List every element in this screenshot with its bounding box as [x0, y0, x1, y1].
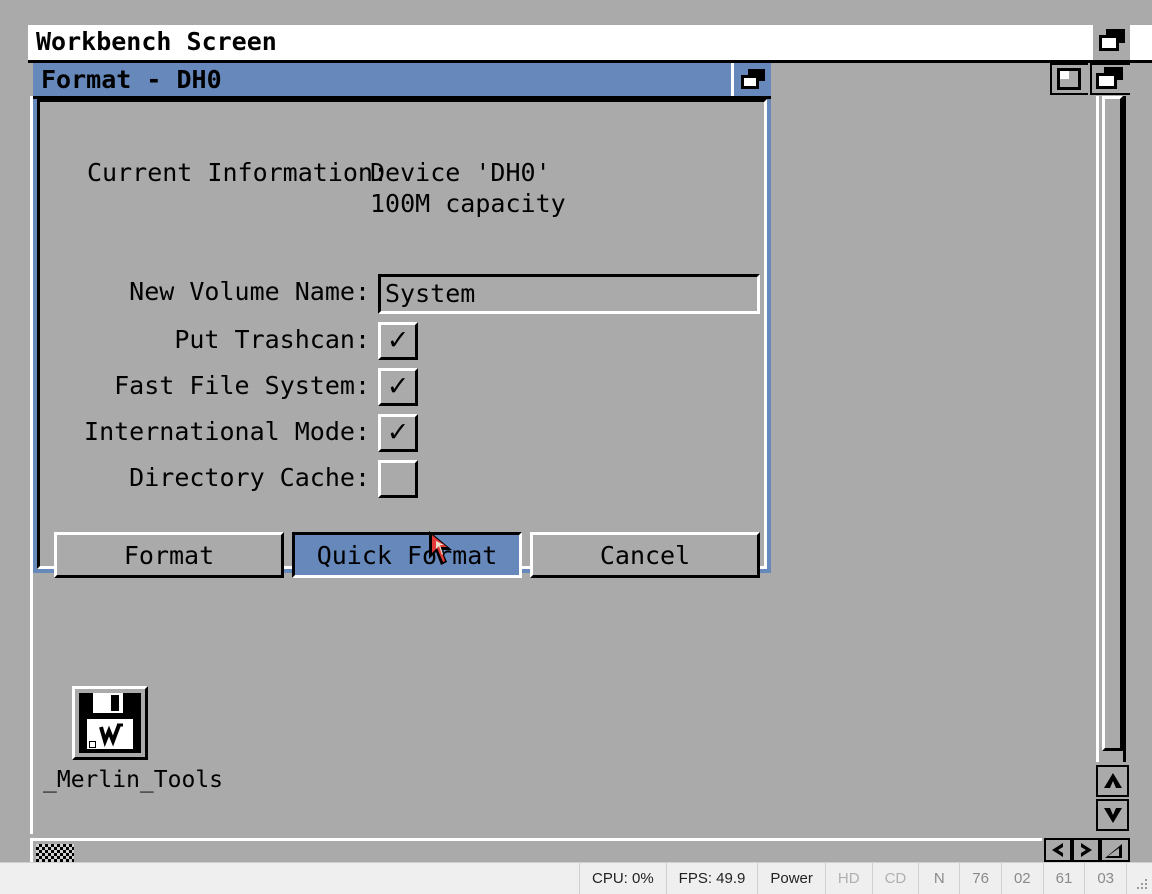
international-mode-label: International Mode:: [84, 417, 370, 446]
status-drive-led-1[interactable]: 76: [960, 863, 1002, 894]
international-mode-checkbox[interactable]: ✓: [378, 414, 418, 452]
window-resize-gadget[interactable]: [1100, 838, 1130, 862]
depth-arrange-icon: [740, 68, 765, 89]
zoom-window-icon: [1052, 65, 1086, 93]
form-row-international-mode: International Mode: ✓: [40, 412, 764, 452]
arrow-left-icon: [1052, 843, 1063, 857]
status-drive-led-4[interactable]: 03: [1085, 863, 1127, 894]
format-dialog-window: Format - DH0 Current Information: Device…: [33, 63, 771, 578]
status-bar-resize-grip[interactable]: [1127, 863, 1152, 894]
checkmark-icon: ✓: [386, 416, 410, 448]
screen-title: Workbench Screen: [36, 27, 277, 56]
form-row-put-trashcan: Put Trashcan: ✓: [40, 320, 764, 360]
status-bar-spacer: [0, 863, 580, 894]
status-n-indicator[interactable]: N: [919, 863, 961, 894]
format-button[interactable]: Format: [54, 532, 284, 578]
put-trashcan-label: Put Trashcan:: [174, 325, 370, 354]
directory-cache-label-box: Directory Cache:: [80, 458, 370, 498]
desktop-icon-label: _Merlin_Tools: [43, 767, 224, 793]
status-fps: FPS: 49.9: [667, 863, 759, 894]
fast-file-system-label-box: Fast File System:: [80, 366, 370, 406]
form-row-directory-cache: Directory Cache:: [40, 458, 764, 498]
volume-name-input[interactable]: System: [378, 274, 760, 314]
status-power-led[interactable]: Power: [758, 863, 826, 894]
workbench-screen: Workbench Screen _Merlin_Tools Format - …: [0, 0, 1152, 865]
floppy-disk-glyph: [79, 693, 141, 753]
vertical-scrollbar-knob[interactable]: [1102, 96, 1123, 751]
workbench-depth-gadget[interactable]: [1090, 63, 1130, 95]
directory-cache-checkbox[interactable]: [378, 460, 418, 498]
dialog-button-row: Format Quick Format Cancel: [54, 532, 760, 578]
format-dialog-depth-gadget[interactable]: [731, 63, 771, 96]
scroll-up-button[interactable]: [1096, 765, 1129, 797]
status-cd-led[interactable]: CD: [873, 863, 920, 894]
directory-cache-label: Directory Cache:: [129, 463, 370, 492]
scroll-down-button[interactable]: [1096, 799, 1129, 831]
screen-titlebar[interactable]: Workbench Screen: [28, 25, 1152, 60]
volume-name-label-box: New Volume Name:: [80, 272, 370, 312]
volume-name-label: New Volume Name:: [129, 277, 370, 306]
vertical-scrollbar[interactable]: [1096, 96, 1126, 762]
depth-arrange-icon: [1092, 65, 1128, 93]
status-hd-led[interactable]: HD: [826, 863, 873, 894]
screen-depth-gadget[interactable]: [1093, 25, 1130, 60]
resize-grip-icon: [1137, 879, 1147, 889]
status-cpu: CPU: 0%: [580, 863, 667, 894]
fast-file-system-checkbox[interactable]: ✓: [378, 368, 418, 406]
format-dialog-title: Format - DH0: [41, 65, 222, 94]
arrow-up-icon: [1103, 773, 1122, 788]
format-dialog-body: Current Information: Device 'DH0' 100M c…: [33, 99, 771, 578]
current-information-capacity: 100M capacity: [370, 189, 566, 218]
checkmark-icon: ✓: [386, 324, 410, 356]
desktop-icon-merlin-tools[interactable]: _Merlin_Tools: [43, 686, 243, 796]
depth-arrange-icon: [1093, 25, 1130, 60]
current-information-label: Current Information:: [87, 158, 389, 187]
emulator-status-bar: CPU: 0% FPS: 49.9 Power HD CD N 76 02 61…: [0, 862, 1152, 894]
format-dialog-inner-panel: Current Information: Device 'DH0' 100M c…: [37, 99, 767, 578]
cancel-button[interactable]: Cancel: [530, 532, 760, 578]
fast-file-system-label: Fast File System:: [114, 371, 370, 400]
checkmark-icon: ✓: [386, 370, 410, 402]
floppy-disk-icon[interactable]: [72, 686, 148, 760]
arrow-right-icon: [1081, 843, 1092, 857]
workbench-zoom-gadget[interactable]: [1050, 63, 1088, 95]
resize-corner-icon: [1105, 844, 1122, 858]
scroll-left-button[interactable]: [1044, 838, 1072, 862]
emulator-root: Workbench Screen _Merlin_Tools Format - …: [0, 0, 1152, 894]
horizontal-scrollbar[interactable]: [30, 838, 1042, 865]
format-dialog-titlebar[interactable]: Format - DH0: [33, 63, 771, 96]
status-drive-led-3[interactable]: 61: [1044, 863, 1086, 894]
status-drive-led-2[interactable]: 02: [1002, 863, 1044, 894]
put-trashcan-checkbox[interactable]: ✓: [378, 322, 418, 360]
international-mode-label-box: International Mode:: [80, 412, 370, 452]
quick-format-button[interactable]: Quick Format: [292, 532, 522, 578]
put-trashcan-label-box: Put Trashcan:: [80, 320, 370, 360]
arrow-down-icon: [1103, 808, 1122, 823]
volume-name-value: System: [385, 279, 476, 308]
current-information-device: Device 'DH0': [370, 158, 551, 187]
scroll-right-button[interactable]: [1072, 838, 1100, 862]
form-row-volume-name: New Volume Name: System: [40, 272, 764, 314]
form-row-fast-file-system: Fast File System: ✓: [40, 366, 764, 406]
